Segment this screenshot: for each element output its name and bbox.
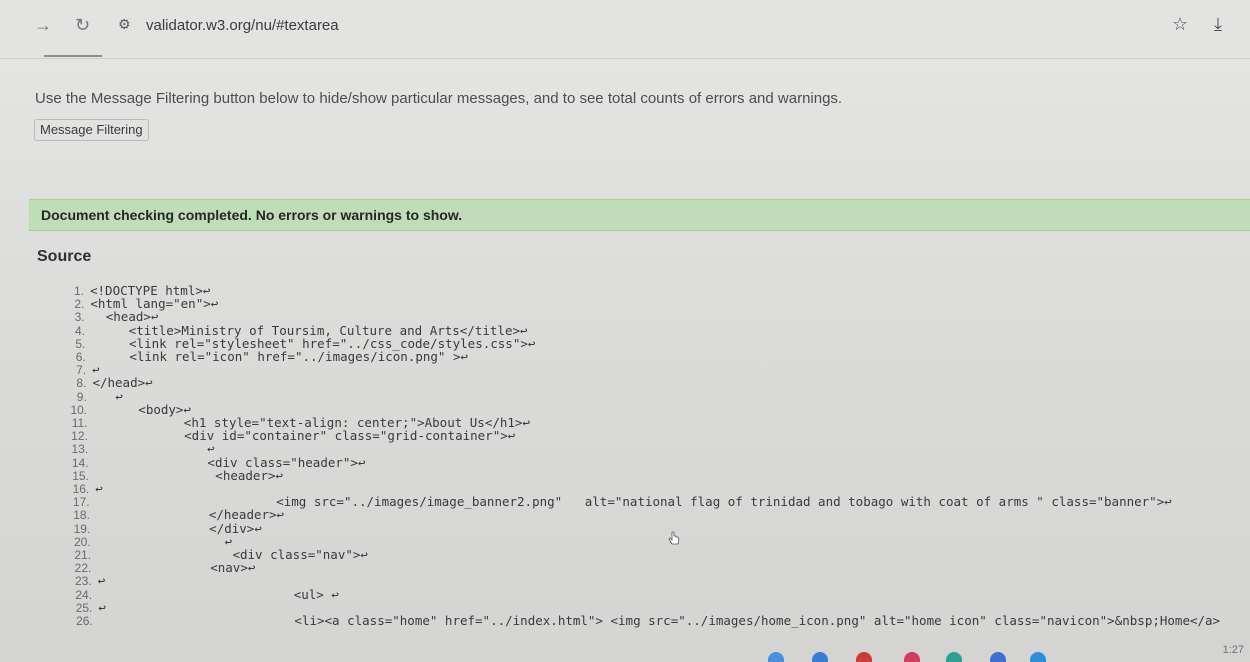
source-listing: 1. <!DOCTYPE html>↩ 2. <html lang="en">↩ 3. … [0, 284, 1250, 662]
line-number: 12. [71, 429, 88, 444]
source-line: 10. <body>↩ [70, 403, 191, 416]
taskbar-app-icon[interactable] [768, 652, 784, 662]
line-code: <link rel="icon" href="../images/icon.pn… [91, 349, 469, 364]
line-number: 24. [75, 587, 93, 602]
source-line: 24. <ul> ↩ [75, 586, 339, 602]
source-line: 9. ↩ [77, 390, 123, 403]
line-number: 2. [74, 297, 85, 312]
message-filtering-button[interactable]: Message Filtering [34, 119, 149, 141]
source-line: 20. ↩ [74, 535, 232, 548]
line-number: 20. [73, 534, 91, 549]
line-number: 17. [72, 495, 90, 510]
source-line: 5. <link rel="stylesheet" href="../css_c… [75, 337, 535, 350]
source-heading: Source [37, 248, 92, 265]
status-banner: Document checking completed. No errors o… [29, 199, 1250, 231]
source-line: 7. ↩ [76, 363, 100, 376]
line-code: <ul> ↩ [98, 586, 339, 602]
line-number: 10. [70, 402, 88, 417]
taskbar: 1:27 [0, 644, 1250, 662]
line-number: 18. [73, 508, 90, 523]
status-message: Document checking completed. No errors o… [41, 207, 463, 223]
source-line: 14. <div class="header">↩ [72, 456, 366, 469]
line-number: 16. [72, 482, 90, 496]
line-number: 1. [73, 284, 84, 298]
line-code: <li><a class="home" href="../index.html"… [98, 613, 1221, 628]
line-number: 22. [74, 561, 92, 576]
taskbar-app-icon[interactable] [946, 652, 962, 662]
source-line: 16. ↩ [73, 482, 103, 495]
line-number: 14. [71, 455, 89, 470]
help-text: Use the Message Filtering button below t… [35, 90, 843, 107]
source-line: 3. <head>↩ [75, 311, 159, 324]
source-line: 2. <html lang="en">↩ [74, 297, 218, 310]
source-line: 17. <img src="../images/image_banner2.pn… [73, 495, 1172, 508]
taskbar-app-icon[interactable] [856, 652, 872, 662]
taskbar-app-icon[interactable] [904, 652, 920, 662]
source-line: 1. <!DOCTYPE html>↩ [74, 284, 210, 297]
source-line: 6. <link rel="icon" href="../images/icon… [76, 349, 469, 364]
source-line: 8. </head>↩ [76, 377, 152, 390]
taskbar-app-icon[interactable] [1030, 652, 1046, 662]
validator-page: Use the Message Filtering button below t… [0, 59, 1250, 662]
source-line: 12. <div id="container" class="grid-cont… [71, 429, 515, 442]
line-number: 15. [72, 468, 89, 483]
taskbar-clock: 1:27 [1222, 644, 1244, 656]
line-number: 8. [76, 376, 87, 391]
line-code: <header>↩ [94, 467, 284, 483]
taskbar-app-icon[interactable] [990, 652, 1006, 662]
line-number: 4. [75, 323, 86, 338]
line-number: 19. [73, 521, 91, 536]
line-number: 13. [71, 442, 89, 457]
source-line: 4. <title>Ministry of Toursim, Culture a… [75, 324, 528, 337]
address-bar[interactable]: validator.w3.org/nu/#textarea [146, 17, 339, 34]
source-line: 18. </header>↩ [73, 509, 284, 522]
source-line: 26. <li><a class="home" href="../index.h… [76, 613, 1221, 628]
line-number: 3. [74, 310, 85, 325]
line-number: 26. [76, 614, 93, 628]
source-line: 11. <h1 style="text-align: center;">Abou… [72, 416, 530, 429]
line-number: 21. [74, 548, 91, 562]
line-number: 11. [71, 416, 88, 430]
source-line: 21. <div class="nav">↩ [74, 548, 368, 561]
source-line: 15. <header>↩ [72, 467, 284, 483]
source-line: 25. ↩ [76, 601, 106, 614]
line-number: 7. [76, 363, 87, 378]
hand-cursor-icon [668, 531, 680, 545]
line-number: 25. [75, 600, 93, 615]
reload-icon[interactable]: ↻ [75, 15, 90, 36]
line-number: 23. [75, 574, 92, 589]
line-number: 6. [75, 350, 86, 364]
browser-toolbar: → ↻ ⚙ validator.w3.org/nu/#textarea ☆ ⤓ [0, 0, 1250, 59]
screen: → ↻ ⚙ validator.w3.org/nu/#textarea ☆ ⤓ … [0, 0, 1250, 662]
star-icon[interactable]: ☆ [1172, 14, 1188, 35]
site-info-icon[interactable]: ⚙ [118, 16, 131, 33]
forward-arrow-icon[interactable]: → [34, 15, 52, 36]
download-icon[interactable]: ⤓ [1214, 14, 1222, 35]
source-line: 22. <nav>↩ [75, 560, 256, 576]
line-number: 9. [76, 389, 87, 404]
line-code: <nav>↩ [97, 560, 256, 576]
source-line: 13. ↩ [72, 443, 215, 456]
source-line: 19. </div>↩ [74, 522, 262, 535]
source-line: 23. ↩ [75, 575, 105, 588]
line-number: 5. [75, 336, 86, 351]
tab-indicator [44, 55, 102, 57]
taskbar-app-icon[interactable] [812, 652, 828, 662]
